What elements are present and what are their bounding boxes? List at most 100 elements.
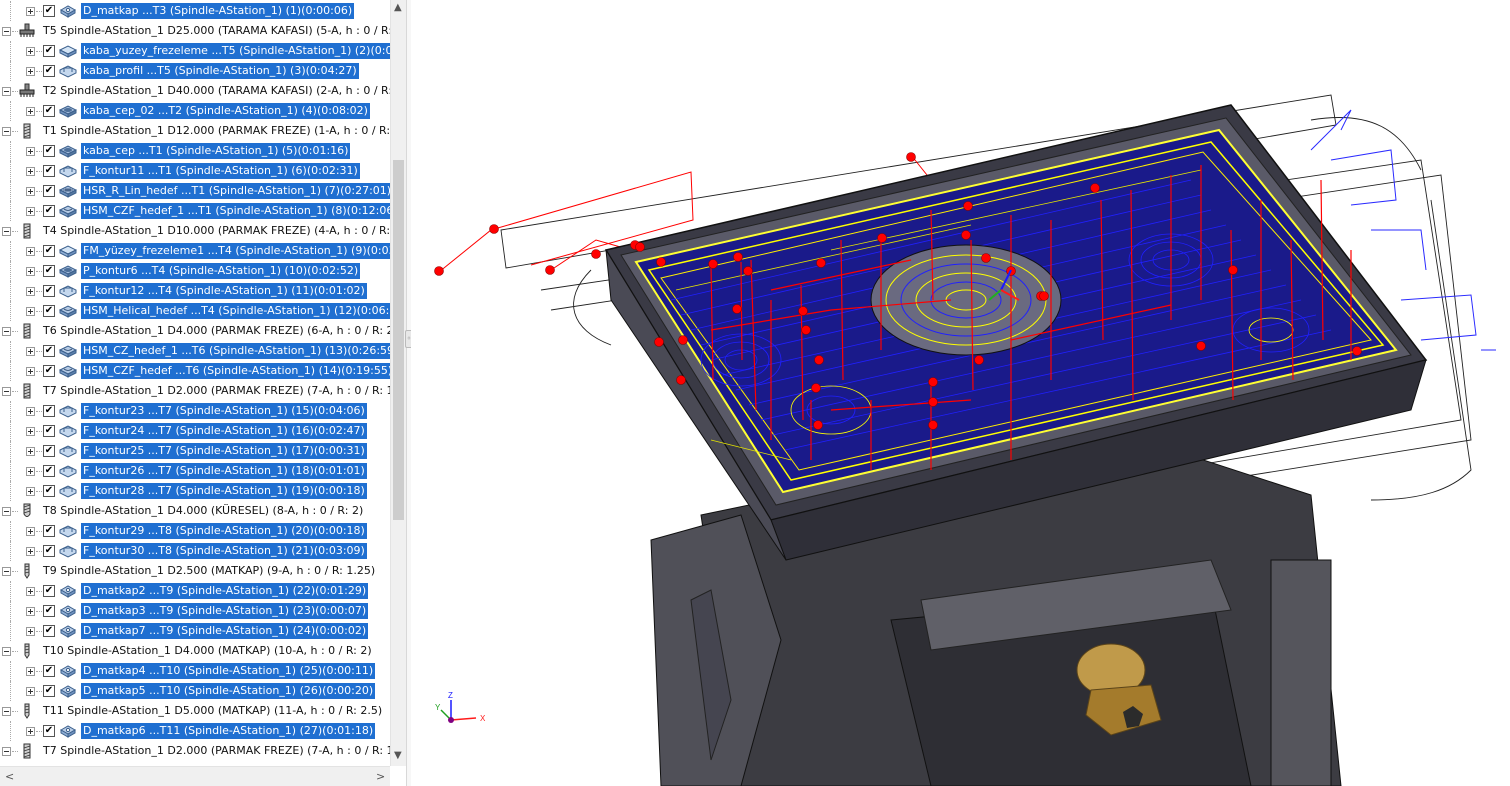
tool-label[interactable]: T1 Spindle-AStation_1 D12.000 (PARMAK FR… [42,123,390,139]
operation-label[interactable]: D_matkap5 ...T10 (Spindle-AStation_1) (2… [81,683,376,699]
operation-checkbox[interactable]: ✔ [43,665,55,677]
operation-row[interactable]: ✔ D_matkap ...T3 (Spindle-AStation_1) (1)… [0,1,390,21]
operation-checkbox[interactable]: ✔ [43,545,55,557]
scroll-left-arrow-icon[interactable]: < [5,770,14,783]
expand-plus-icon[interactable] [26,7,35,16]
tree-horizontal-scrollbar[interactable]: < > [0,766,390,786]
operation-checkbox[interactable]: ✔ [43,605,55,617]
expand-plus-icon[interactable] [26,727,35,736]
operation-label[interactable]: kaba_yuzey_frezeleme ...T5 (Spindle-ASta… [81,43,390,59]
operation-row[interactable]: ✔ F_kontur29 ...T8 (Spindle-AStation_1) (… [0,521,390,541]
collapse-minus-icon[interactable] [2,87,11,96]
operation-row[interactable]: ✔ P_kontur6 ...T4 (Spindle-AStation_1) (1… [0,261,390,281]
operation-label[interactable]: D_matkap2 ...T9 (Spindle-AStation_1) (22… [81,583,369,599]
operation-label[interactable]: D_matkap6 ...T11 (Spindle-AStation_1) (2… [81,723,376,739]
operation-row[interactable]: ✔ F_kontur30 ...T8 (Spindle-AStation_1) (… [0,541,390,561]
expand-plus-icon[interactable] [26,687,35,696]
operation-checkbox[interactable]: ✔ [43,45,55,57]
operation-row[interactable]: ✔ D_matkap4 ...T10 (Spindle-AStation_1) (… [0,661,390,681]
operation-row[interactable]: ✔ kaba_cep ...T1 (Spindle-AStation_1) (5)… [0,141,390,161]
operation-row[interactable]: ✔ F_kontur23 ...T7 (Spindle-AStation_1) (… [0,401,390,421]
expand-plus-icon[interactable] [26,547,35,556]
scrollbar-thumb[interactable] [393,160,404,520]
expand-plus-icon[interactable] [26,627,35,636]
expand-plus-icon[interactable] [26,347,35,356]
operation-checkbox[interactable]: ✔ [43,365,55,377]
operation-checkbox[interactable]: ✔ [43,445,55,457]
operation-row[interactable]: ✔ F_kontur11 ...T1 (Spindle-AStation_1) (… [0,161,390,181]
operation-checkbox[interactable]: ✔ [43,405,55,417]
expand-plus-icon[interactable] [26,207,35,216]
graphics-viewport[interactable]: Z Y X [411,0,1510,786]
expand-plus-icon[interactable] [26,527,35,536]
operation-checkbox[interactable]: ✔ [43,5,55,17]
operation-row[interactable]: ✔ F_kontur12 ...T4 (Spindle-AStation_1) (… [0,281,390,301]
tool-label[interactable]: T11 Spindle-AStation_1 D5.000 (MATKAP) (… [42,703,383,719]
operation-checkbox[interactable]: ✔ [43,305,55,317]
operation-checkbox[interactable]: ✔ [43,525,55,537]
operation-row[interactable]: ✔ kaba_yuzey_frezeleme ...T5 (Spindle-ASt… [0,41,390,61]
operation-row[interactable]: ✔ D_matkap6 ...T11 (Spindle-AStation_1) (… [0,721,390,741]
operation-checkbox[interactable]: ✔ [43,285,55,297]
operation-row[interactable]: ✔ D_matkap5 ...T10 (Spindle-AStation_1) (… [0,681,390,701]
collapse-minus-icon[interactable] [2,227,11,236]
operation-row[interactable]: ✔ HSM_Helical_hedef ...T4 (Spindle-AStati… [0,301,390,321]
expand-plus-icon[interactable] [26,407,35,416]
expand-plus-icon[interactable] [26,187,35,196]
expand-plus-icon[interactable] [26,67,35,76]
operation-row[interactable]: ✔ D_matkap3 ...T9 (Spindle-AStation_1) (2… [0,601,390,621]
tool-label[interactable]: T7 Spindle-AStation_1 D2.000 (PARMAK FRE… [42,383,390,399]
expand-plus-icon[interactable] [26,447,35,456]
operation-label[interactable]: D_matkap4 ...T10 (Spindle-AStation_1) (2… [81,663,376,679]
operation-label[interactable]: F_kontur11 ...T1 (Spindle-AStation_1) (6… [81,163,360,179]
scroll-down-arrow-icon[interactable]: ▼ [394,750,402,761]
operation-label[interactable]: HSM_CZF_hedef_1 ...T1 (Spindle-AStation_… [81,203,390,219]
scroll-right-arrow-icon[interactable]: > [376,770,385,783]
operation-label[interactable]: F_kontur12 ...T4 (Spindle-AStation_1) (1… [81,283,367,299]
expand-plus-icon[interactable] [26,147,35,156]
expand-plus-icon[interactable] [26,467,35,476]
expand-plus-icon[interactable] [26,427,35,436]
collapse-minus-icon[interactable] [2,127,11,136]
tool-group-row[interactable]: T11 Spindle-AStation_1 D5.000 (MATKAP) (… [0,701,390,721]
operation-row[interactable]: ✔ kaba_profil ...T5 (Spindle-AStation_1) … [0,61,390,81]
operation-label[interactable]: F_kontur28 ...T7 (Spindle-AStation_1) (1… [81,483,367,499]
operation-label[interactable]: HSM_Helical_hedef ...T4 (Spindle-AStatio… [81,303,390,319]
operation-label[interactable]: F_kontur23 ...T7 (Spindle-AStation_1) (1… [81,403,367,419]
collapse-minus-icon[interactable] [2,387,11,396]
operation-checkbox[interactable]: ✔ [43,585,55,597]
operation-row[interactable]: ✔ F_kontur25 ...T7 (Spindle-AStation_1) (… [0,441,390,461]
expand-plus-icon[interactable] [26,367,35,376]
operation-label[interactable]: HSM_CZ_hedef_1 ...T6 (Spindle-AStation_1… [81,343,390,359]
operation-label[interactable]: kaba_profil ...T5 (Spindle-AStation_1) (… [81,63,359,79]
operation-label[interactable]: D_matkap7 ...T9 (Spindle-AStation_1) (24… [81,623,369,639]
tree-vertical-scrollbar[interactable]: ▲ ▼ [390,0,407,766]
tool-label[interactable]: T6 Spindle-AStation_1 D4.000 (PARMAK FRE… [42,323,390,339]
operation-label[interactable]: F_kontur29 ...T8 (Spindle-AStation_1) (2… [81,523,367,539]
operation-row[interactable]: ✔ F_kontur24 ...T7 (Spindle-AStation_1) (… [0,421,390,441]
tool-label[interactable]: T4 Spindle-AStation_1 D10.000 (PARMAK FR… [42,223,390,239]
operation-row[interactable]: ✔ HSM_CZF_hedef_1 ...T1 (Spindle-AStation… [0,201,390,221]
expand-plus-icon[interactable] [26,167,35,176]
tool-label[interactable]: T9 Spindle-AStation_1 D2.500 (MATKAP) (9… [42,563,376,579]
operation-checkbox[interactable]: ✔ [43,465,55,477]
operation-checkbox[interactable]: ✔ [43,625,55,637]
operation-row[interactable]: ✔ FM_yüzey_frezeleme1 ...T4 (Spindle-ASta… [0,241,390,261]
operation-row[interactable]: ✔ HSM_CZF_hedef ...T6 (Spindle-AStation_1… [0,361,390,381]
tool-label[interactable]: T2 Spindle-AStation_1 D40.000 (TARAMA KA… [42,83,390,99]
expand-plus-icon[interactable] [26,47,35,56]
operation-label[interactable]: F_kontur30 ...T8 (Spindle-AStation_1) (2… [81,543,367,559]
operation-checkbox[interactable]: ✔ [43,725,55,737]
operation-row[interactable]: ✔ HSM_CZ_hedef_1 ...T6 (Spindle-AStation_… [0,341,390,361]
operation-checkbox[interactable]: ✔ [43,685,55,697]
operation-label[interactable]: kaba_cep_02 ...T2 (Spindle-AStation_1) (… [81,103,370,119]
collapse-minus-icon[interactable] [2,647,11,656]
tool-label[interactable]: T8 Spindle-AStation_1 D4.000 (KÜRESEL) (… [42,503,364,519]
tool-label[interactable]: T10 Spindle-AStation_1 D4.000 (MATKAP) (… [42,643,373,659]
collapse-minus-icon[interactable] [2,27,11,36]
operation-checkbox[interactable]: ✔ [43,145,55,157]
scroll-up-arrow-icon[interactable]: ▲ [394,2,402,13]
operation-row[interactable]: ✔ HSR_R_Lin_hedef ...T1 (Spindle-AStation… [0,181,390,201]
tool-group-row[interactable]: T8 Spindle-AStation_1 D4.000 (KÜRESEL) (… [0,501,390,521]
operation-row[interactable]: ✔ F_kontur28 ...T7 (Spindle-AStation_1) (… [0,481,390,501]
